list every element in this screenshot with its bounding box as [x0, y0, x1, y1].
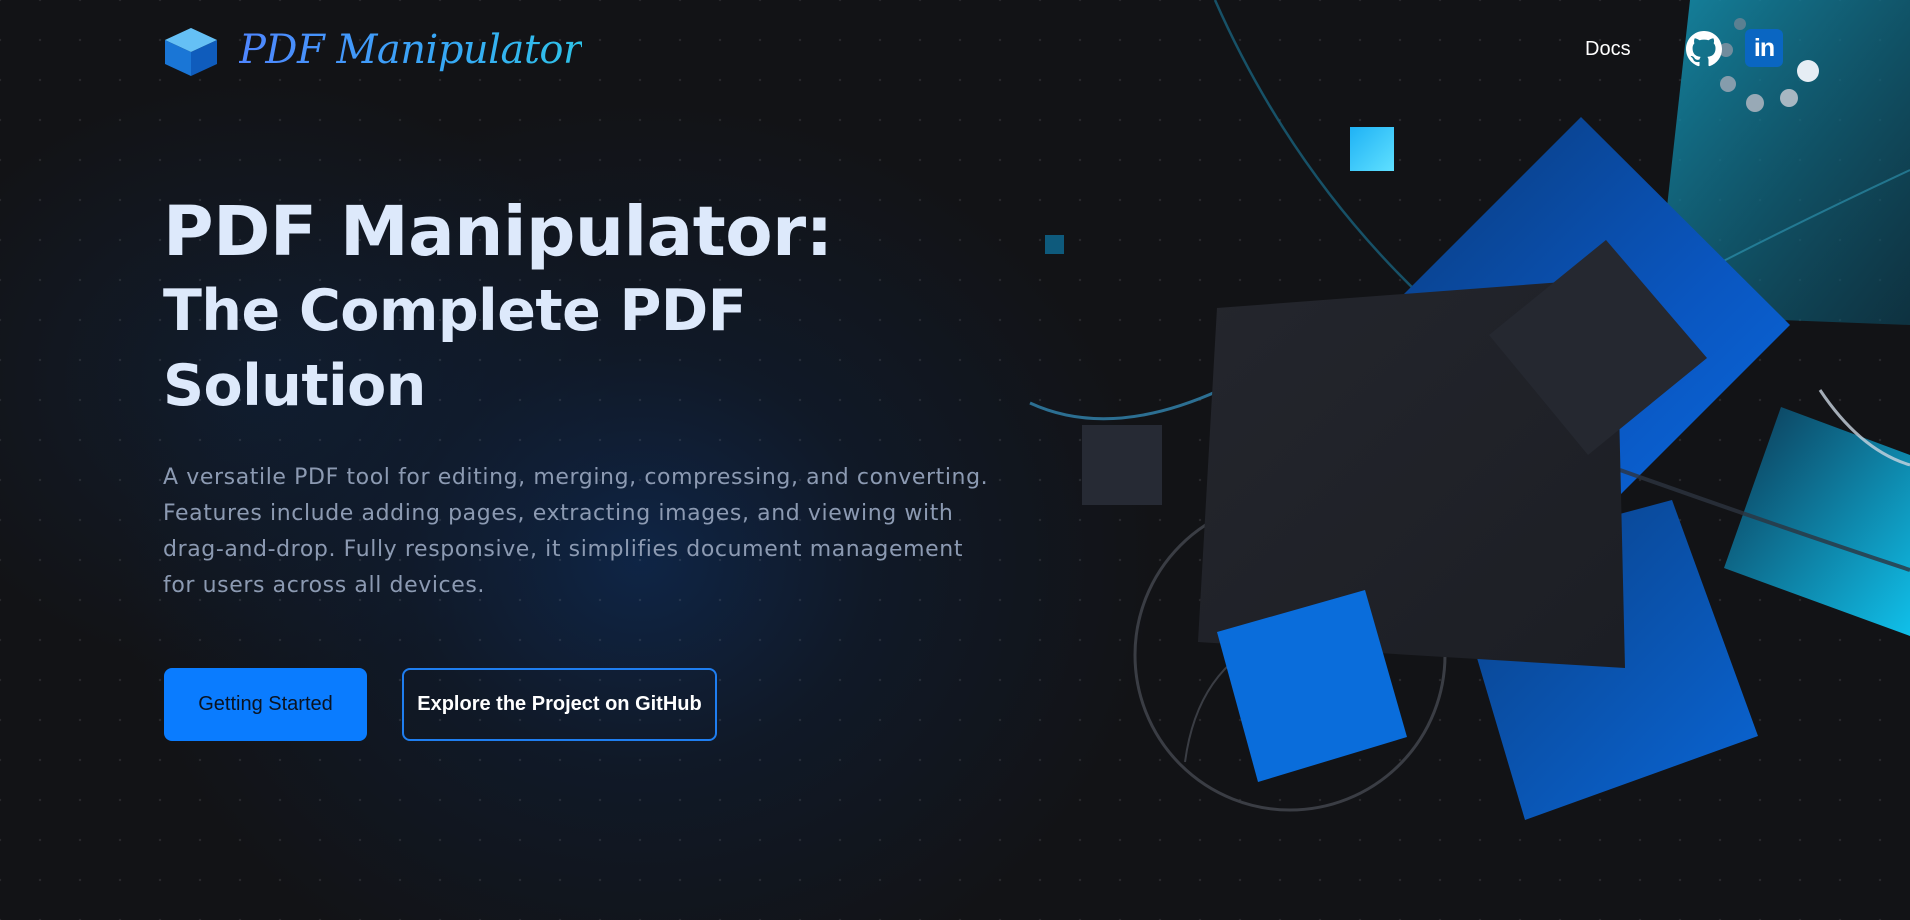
logo-link[interactable]: PDF Manipulator: [163, 26, 582, 78]
hero-title: PDF Manipulator: The Complete PDF Soluti…: [163, 198, 833, 415]
getting-started-button[interactable]: Getting Started: [164, 668, 367, 741]
nav-docs-link[interactable]: Docs: [1585, 38, 1631, 61]
github-icon: [1686, 31, 1722, 67]
cube-logo-icon: [165, 28, 217, 76]
landing-page: PDF Manipulator Docs in PDF Manipulator:…: [0, 0, 1910, 920]
hero-title-line-3: Solution: [163, 353, 426, 419]
hero-description: A versatile PDF tool for editing, mergin…: [163, 465, 989, 598]
linkedin-icon[interactable]: in: [1745, 29, 1783, 67]
logo-text: PDF Manipulator: [239, 27, 582, 73]
hero-title-line-1: PDF Manipulator:: [163, 192, 833, 272]
explore-github-button[interactable]: Explore the Project on GitHub: [402, 668, 717, 741]
linkedin-label: in: [1753, 33, 1775, 62]
hero-title-line-2: The Complete PDF: [163, 278, 747, 344]
